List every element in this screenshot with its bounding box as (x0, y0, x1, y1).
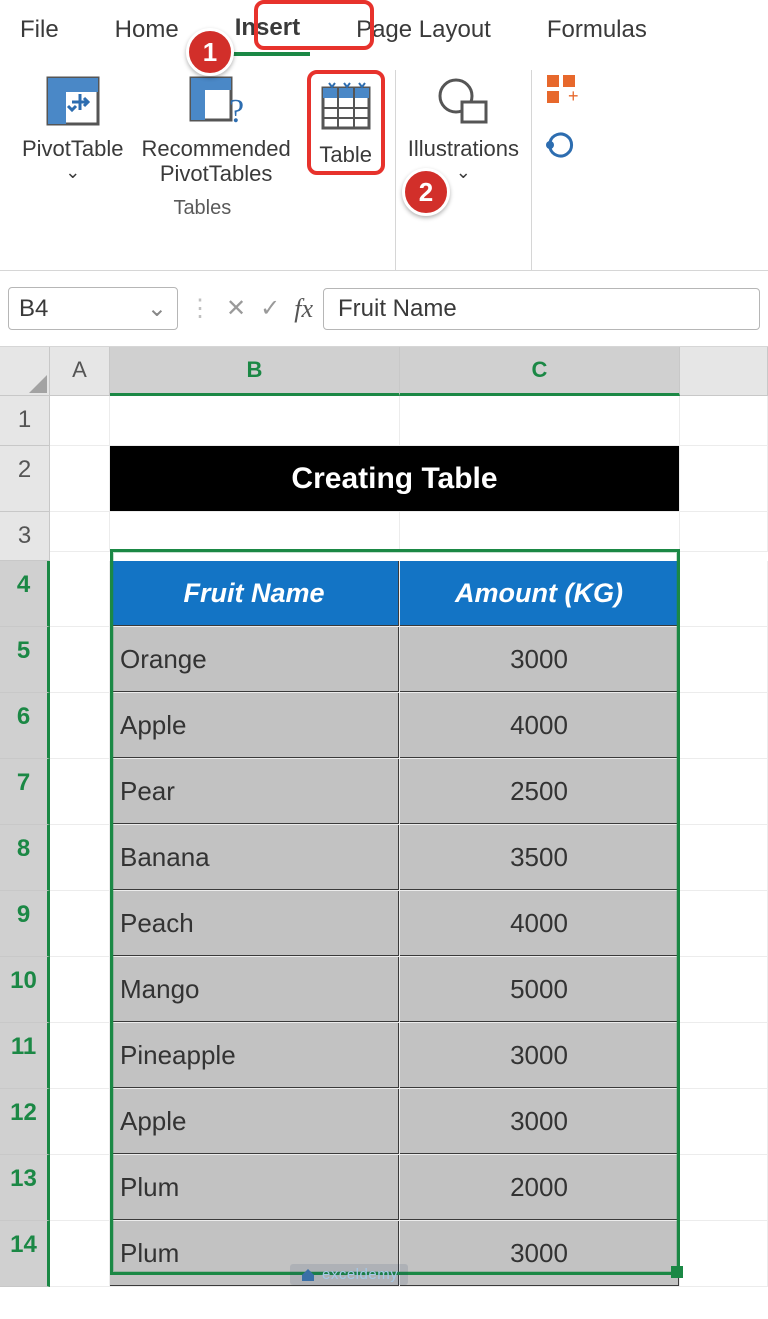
chevron-down-icon: ⌄ (456, 167, 471, 178)
data-cell-amount[interactable]: 2000 (400, 1155, 679, 1220)
illustrations-button[interactable]: Illustrations ⌄ (406, 70, 521, 180)
row-header[interactable]: 3 (0, 512, 50, 561)
data-cell-fruit[interactable]: Pear (110, 759, 399, 824)
row-header[interactable]: 6 (0, 693, 50, 759)
row-header[interactable]: 2 (0, 446, 50, 512)
home-icon (300, 1267, 316, 1283)
row-header[interactable]: 8 (0, 825, 50, 891)
row-header[interactable]: 9 (0, 891, 50, 957)
col-header-b[interactable]: B (110, 347, 400, 396)
watermark: exceldemy (290, 1264, 408, 1285)
addins-button-1[interactable]: + (542, 70, 580, 108)
col-header-next[interactable] (680, 347, 768, 396)
row-header[interactable]: 4 (0, 561, 50, 627)
callout-badge-2: 2 (402, 168, 450, 216)
tab-home[interactable]: Home (105, 10, 189, 54)
data-cell-fruit[interactable]: Orange (110, 627, 399, 692)
data-cell-amount[interactable]: 4000 (400, 891, 679, 956)
svg-text:?: ? (229, 93, 244, 130)
callout-highlight-insert (254, 0, 374, 50)
grip-icon: ⋮ (188, 294, 212, 323)
data-cell-amount[interactable]: 3000 (400, 1221, 679, 1286)
recommended-pivottables-label: Recommended PivotTables (142, 136, 291, 187)
illustrations-icon (434, 72, 492, 130)
data-cell-fruit[interactable]: Mango (110, 957, 399, 1022)
fx-icon[interactable]: fx (294, 294, 313, 324)
formula-bar-row: B4 ⌄ ⋮ ✕ ✓ fx Fruit Name (0, 271, 768, 347)
col-header-a[interactable]: A (50, 347, 110, 396)
row-header[interactable]: 13 (0, 1155, 50, 1221)
sheet-title: Creating Table (110, 446, 679, 511)
row-header[interactable]: 7 (0, 759, 50, 825)
pivottable-label: PivotTable (22, 136, 124, 161)
select-all-corner[interactable] (0, 347, 50, 396)
ribbon-group-tables: PivotTable ⌄ ? Recommended PivotTables (10, 70, 396, 270)
name-box[interactable]: B4 ⌄ (8, 287, 178, 330)
ribbon-group-addins: + (532, 70, 580, 270)
cancel-icon[interactable]: ✕ (226, 294, 246, 323)
data-cell-fruit[interactable]: Apple (110, 1089, 399, 1154)
pivottable-icon (44, 72, 102, 130)
enter-icon[interactable]: ✓ (260, 294, 280, 323)
row-header[interactable]: 14 (0, 1221, 50, 1287)
callout-badge-1: 1 (186, 28, 234, 76)
data-cell-amount[interactable]: 3500 (400, 825, 679, 890)
row-header[interactable]: 1 (0, 396, 50, 446)
recommended-pivottables-button[interactable]: ? Recommended PivotTables (140, 70, 293, 189)
data-cell-amount[interactable]: 3000 (400, 1089, 679, 1154)
recommended-pivottables-icon: ? (187, 72, 245, 130)
table-header-amount[interactable]: Amount (KG) (400, 561, 679, 626)
spreadsheet-grid[interactable]: A B C 1 2 Creating Table 3 4 Fruit Name … (0, 347, 768, 1287)
my-addins-icon (544, 128, 578, 162)
table-button[interactable]: Table (307, 70, 385, 175)
row-header[interactable]: 5 (0, 627, 50, 693)
data-cell-amount[interactable]: 5000 (400, 957, 679, 1022)
illustrations-label: Illustrations (408, 136, 519, 161)
data-cell-amount[interactable]: 4000 (400, 693, 679, 758)
data-cell-amount[interactable]: 3000 (400, 1023, 679, 1088)
col-header-c[interactable]: C (400, 347, 680, 396)
row-header[interactable]: 11 (0, 1023, 50, 1089)
ribbon-tabs: File Home Insert Page Layout Formulas 1 (0, 0, 768, 56)
data-cell-fruit[interactable]: Plum (110, 1155, 399, 1220)
formula-input[interactable]: Fruit Name (323, 288, 760, 330)
ribbon-body: PivotTable ⌄ ? Recommended PivotTables (0, 56, 768, 271)
row-header[interactable]: 12 (0, 1089, 50, 1155)
formula-controls: ⋮ ✕ ✓ fx (188, 294, 313, 324)
data-cell-amount[interactable]: 2500 (400, 759, 679, 824)
data-cell-fruit[interactable]: Peach (110, 891, 399, 956)
pivottable-button[interactable]: PivotTable ⌄ (20, 70, 126, 180)
data-cell-fruit[interactable]: Apple (110, 693, 399, 758)
chevron-down-icon: ⌄ (65, 167, 80, 178)
table-icon (317, 78, 375, 136)
addins-button-2[interactable] (542, 126, 580, 164)
data-cell-fruit[interactable]: Banana (110, 825, 399, 890)
tab-file[interactable]: File (10, 10, 69, 54)
data-cell-fruit[interactable]: Pineapple (110, 1023, 399, 1088)
table-header-fruit[interactable]: Fruit Name (110, 561, 399, 626)
chevron-down-icon: ⌄ (147, 294, 167, 323)
table-label: Table (319, 142, 372, 167)
svg-text:+: + (568, 86, 578, 106)
tab-formulas[interactable]: Formulas (537, 10, 657, 54)
row-header[interactable]: 10 (0, 957, 50, 1023)
data-cell-amount[interactable]: 3000 (400, 627, 679, 692)
get-addins-icon: + (544, 72, 578, 106)
name-box-value: B4 (19, 295, 48, 323)
group-label-tables: Tables (173, 197, 231, 220)
